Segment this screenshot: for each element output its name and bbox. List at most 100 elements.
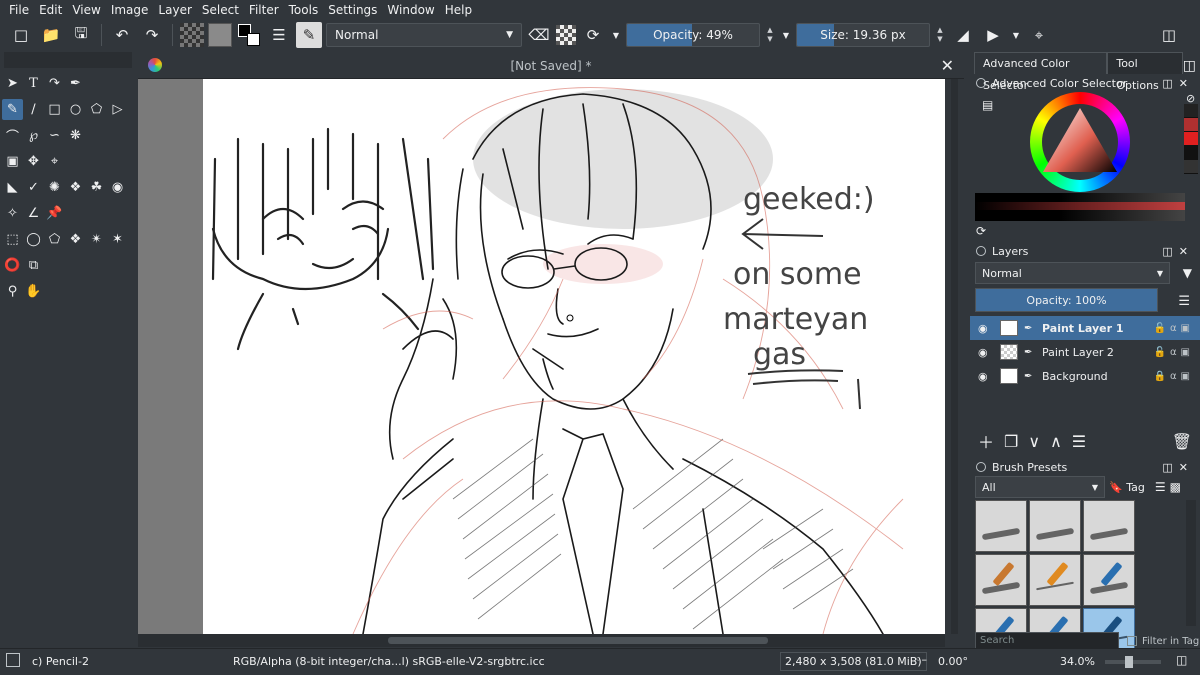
brush-status-icon[interactable] xyxy=(6,653,20,667)
menu-image[interactable]: Image xyxy=(106,0,154,20)
eye-icon[interactable]: ◉ xyxy=(978,370,992,383)
panel-lock-icon[interactable] xyxy=(976,246,986,256)
horizontal-scrollbar[interactable] xyxy=(138,634,945,647)
zoom-slider[interactable] xyxy=(1105,656,1161,668)
vertical-scrollbar[interactable] xyxy=(945,79,964,647)
contiguous-select-icon[interactable]: ✴ xyxy=(86,229,107,250)
blend-mode-select[interactable]: Normal ▼ xyxy=(326,23,522,47)
dynamic-brush-icon[interactable]: ∽ xyxy=(44,125,65,146)
eye-icon[interactable]: ◉ xyxy=(978,346,992,359)
eye-icon[interactable]: ◉ xyxy=(978,322,992,335)
brush-preset[interactable] xyxy=(1083,554,1135,606)
move-down-icon[interactable]: ∨ xyxy=(1028,432,1040,451)
brush-preset[interactable] xyxy=(1029,500,1081,552)
menu-tools[interactable]: Tools xyxy=(284,0,324,20)
panel-float-close-icons[interactable]: ◫✕ xyxy=(1162,245,1194,258)
add-layer-icon[interactable]: ＋ xyxy=(978,429,994,453)
menu-help[interactable]: Help xyxy=(440,0,477,20)
panel-float-close-icons[interactable]: ◫✕ xyxy=(1162,461,1194,474)
color-settings-icon[interactable]: ▤ xyxy=(982,98,993,112)
filter-in-tag-checkbox[interactable] xyxy=(1127,636,1137,646)
scrollbar-thumb[interactable] xyxy=(388,637,768,644)
pattern-swatch[interactable] xyxy=(208,23,232,47)
fill-tool-icon[interactable]: ☘ xyxy=(86,177,107,198)
redo-icon[interactable]: ↷ xyxy=(139,22,165,48)
filter-icon[interactable]: ▼ xyxy=(1183,266,1192,280)
move-tool-icon[interactable]: ✥ xyxy=(23,151,44,172)
mirror-vertical-icon[interactable]: ▶ xyxy=(980,22,1006,48)
rotation-label[interactable]: 0.00° xyxy=(938,655,968,668)
refresh-icon[interactable]: ⟳ xyxy=(976,224,986,238)
image-dimensions-label[interactable]: 2,480 x 3,508 (81.0 MiB) xyxy=(780,652,927,671)
reference-tool-icon[interactable]: 📌 xyxy=(44,203,65,224)
move-up-icon[interactable]: ∧ xyxy=(1050,432,1062,451)
color-shade-strip[interactable] xyxy=(975,193,1185,221)
calligraphy-icon[interactable]: ✒ xyxy=(65,73,86,94)
ellipse-tool-icon[interactable]: ○ xyxy=(65,99,86,120)
text-tool-icon[interactable]: T xyxy=(23,73,44,94)
layer-row-paint-layer-1[interactable]: ◉ ✒ Paint Layer 1 🔓α▣ xyxy=(970,316,1200,340)
similar-select-icon[interactable]: ✶ xyxy=(107,229,128,250)
brush-preset[interactable] xyxy=(975,500,1027,552)
tab-advanced-color-selector[interactable]: Advanced Color Selector xyxy=(974,52,1108,92)
chevron-down-icon[interactable]: ▼ xyxy=(610,22,622,48)
color-picker-icon[interactable]: ✓ xyxy=(23,177,44,198)
layer-lock-alpha-icons[interactable]: 🔓α▣ xyxy=(1154,347,1195,358)
layer-lock-alpha-icons[interactable]: 🔓α▣ xyxy=(1154,323,1195,334)
bezier-tool-icon[interactable]: ⌒ xyxy=(2,125,23,146)
brush-storage-icon[interactable]: ▩ xyxy=(1170,480,1181,494)
brush-view-icon[interactable]: ☰ xyxy=(1155,480,1166,494)
smart-patch-icon[interactable]: ❖ xyxy=(65,177,86,198)
color-history[interactable] xyxy=(1184,104,1198,176)
full-screen-icon[interactable]: ◫ xyxy=(1176,653,1187,667)
foreground-background-colors[interactable] xyxy=(236,22,262,48)
rectangle-tool-icon[interactable]: □ xyxy=(44,99,65,120)
rect-select-icon[interactable]: ⬚ xyxy=(2,229,23,250)
zoom-tool-icon[interactable]: ⚲ xyxy=(2,281,23,302)
open-folder-icon[interactable]: 📁 xyxy=(38,22,64,48)
layer-lock-alpha-icons[interactable]: 🔒α▣ xyxy=(1154,371,1195,382)
edit-shapes-icon[interactable]: ↷ xyxy=(44,73,65,94)
polygon-tool-icon[interactable]: ⬠ xyxy=(86,99,107,120)
line-tool-icon[interactable]: ∕ xyxy=(23,99,44,120)
menu-select[interactable]: Select xyxy=(197,0,244,20)
multibrush-icon[interactable]: ❋ xyxy=(65,125,86,146)
brush-preset[interactable] xyxy=(975,554,1027,606)
enclose-fill-icon[interactable]: ◉ xyxy=(107,177,128,198)
dock-menu-icon[interactable]: ◫ xyxy=(1183,58,1196,74)
canvas-viewport[interactable]: geeked:) on some marteyan gas xyxy=(138,79,945,634)
layer-row-background[interactable]: ◉ ✒ Background 🔒α▣ xyxy=(970,364,1200,388)
ellipse-select-icon[interactable]: ◯ xyxy=(23,229,44,250)
duplicate-layer-icon[interactable]: ❐ xyxy=(1004,432,1018,451)
panel-lock-icon[interactable] xyxy=(976,78,986,88)
reload-preset-icon[interactable]: ⟳ xyxy=(580,22,606,48)
tag-button[interactable]: 🔖 Tag xyxy=(1109,481,1145,494)
scrollbar-track[interactable] xyxy=(951,79,958,634)
panel-lock-icon[interactable] xyxy=(976,462,986,472)
brush-scrollbar[interactable] xyxy=(1186,500,1196,626)
colorize-mask-icon[interactable]: ✺ xyxy=(44,177,65,198)
zoom-slider-handle[interactable] xyxy=(1125,656,1133,668)
opacity-slider[interactable]: Opacity: 49% xyxy=(626,23,760,47)
brush-filter-select[interactable]: All ▼ xyxy=(975,476,1105,498)
undo-icon[interactable]: ↶ xyxy=(109,22,135,48)
workspace-icon[interactable]: ◫ xyxy=(1156,22,1182,48)
pan-tool-icon[interactable]: ✋ xyxy=(23,281,44,302)
menu-window[interactable]: Window xyxy=(382,0,439,20)
freehand-path-icon[interactable]: ℘ xyxy=(23,125,44,146)
select-shapes-icon[interactable]: ➤ xyxy=(2,73,23,94)
layer-blend-select[interactable]: Normal ▼ xyxy=(975,262,1170,284)
delete-layer-icon[interactable]: 🗑 xyxy=(1172,432,1192,451)
gradient-tool-icon[interactable]: ◣ xyxy=(2,177,23,198)
new-document-icon[interactable]: □ xyxy=(8,22,34,48)
chevron-down-icon[interactable]: ▼ xyxy=(1010,22,1022,48)
menu-file[interactable]: File xyxy=(4,0,34,20)
eraser-icon[interactable]: ⌫ xyxy=(526,22,552,48)
menu-filter[interactable]: Filter xyxy=(244,0,284,20)
layer-menu-icon[interactable]: ☰ xyxy=(1178,294,1190,309)
freehand-brush-icon[interactable]: ✎ xyxy=(2,98,23,120)
polygon-select-icon[interactable]: ⬠ xyxy=(44,229,65,250)
menu-edit[interactable]: Edit xyxy=(34,0,67,20)
rotation-icon[interactable]: ◦– xyxy=(915,653,927,666)
layer-opacity-slider[interactable]: Opacity: 100% xyxy=(975,288,1158,312)
